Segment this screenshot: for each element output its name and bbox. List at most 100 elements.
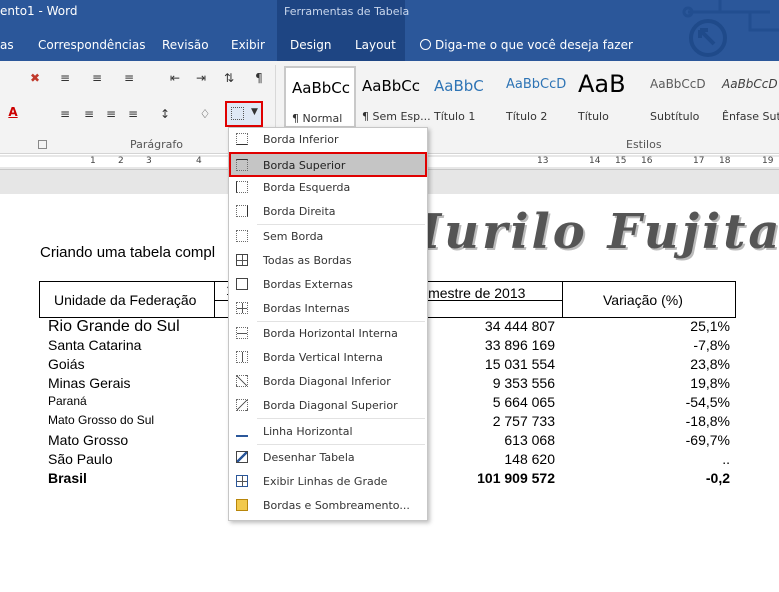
row-state-name: Mato Grosso do Sul: [48, 413, 155, 427]
menu-item-label: Borda Diagonal Inferior: [263, 375, 391, 388]
align-center-icon[interactable]: ≡: [80, 105, 98, 123]
justify-icon[interactable]: ≡: [124, 105, 142, 123]
tab-revisao[interactable]: Revisão: [162, 38, 209, 52]
border-right-icon: [236, 205, 248, 217]
ruler-number: 13: [537, 156, 549, 166]
menu-item-exibir-linhas-grade[interactable]: Exibir Linhas de Grade: [230, 471, 426, 493]
style-name: Título 1: [434, 110, 476, 123]
border-left-icon: [236, 181, 248, 193]
lightbulb-icon: [420, 39, 431, 50]
row-value: 101 909 572: [477, 470, 555, 486]
align-right-icon[interactable]: ≡: [102, 105, 120, 123]
menu-item-label: Borda Esquerda: [263, 181, 351, 194]
sort-icon[interactable]: ⇅: [220, 69, 238, 87]
row-variation: -7,8%: [693, 337, 730, 353]
style-titulo-1[interactable]: AaBbC Título 1: [428, 66, 500, 128]
style-normal[interactable]: AaBbCc ¶ Normal: [284, 66, 356, 128]
menu-item-label: Borda Vertical Interna: [263, 351, 383, 364]
border-bottom-icon: [236, 133, 248, 145]
window-title: ento1 - Word: [0, 4, 78, 18]
row-state-name: São Paulo: [48, 451, 113, 467]
author-watermark: Murilo Fujita: [388, 204, 779, 260]
menu-separator: [257, 224, 425, 225]
menu-item-label: Bordas Internas: [263, 302, 350, 315]
row-variation: -18,8%: [685, 413, 730, 429]
menu-item-bordas-externas[interactable]: Bordas Externas: [230, 274, 426, 296]
style-titulo[interactable]: AaB Título: [572, 66, 644, 128]
style-sem-espacamento[interactable]: AaBbCc ¶ Sem Esp...: [356, 66, 431, 128]
decrease-indent-icon[interactable]: ⇤: [166, 69, 184, 87]
row-value: 613 068: [504, 432, 555, 448]
menu-item-todas-bordas[interactable]: Todas as Bordas: [230, 250, 426, 272]
menu-item-label: Sem Borda: [263, 230, 324, 243]
increase-indent-icon[interactable]: ⇥: [192, 69, 210, 87]
inside-borders-icon: [236, 302, 248, 314]
style-name: Ênfase Sutil: [722, 110, 779, 123]
row-variation: -0,2: [705, 470, 730, 486]
style-preview: AaBbCcD: [650, 77, 706, 91]
tab-correspondencias[interactable]: Correspondências: [38, 38, 145, 52]
tell-me-box[interactable]: Diga-me o que você deseja fazer: [420, 38, 633, 52]
row-state-name: Goiás: [48, 356, 85, 372]
multilevel-list-icon[interactable]: ≡: [120, 69, 138, 87]
numbering-icon[interactable]: ≡: [88, 69, 106, 87]
header-trimestre: imestre de 2013: [425, 285, 526, 301]
menu-item-borda-inferior[interactable]: Borda Inferior: [230, 129, 426, 151]
menu-item-linha-horizontal[interactable]: Linha Horizontal: [230, 421, 426, 443]
style-name: Título: [578, 110, 609, 123]
inside-horizontal-border-icon: [236, 327, 248, 339]
borders-button[interactable]: ▼: [225, 101, 263, 127]
ruler-number: 2: [118, 156, 124, 166]
bullets-icon[interactable]: ≡: [56, 69, 74, 87]
dialog-launcher-icon[interactable]: [38, 140, 47, 149]
menu-item-sem-borda[interactable]: Sem Borda: [230, 226, 426, 248]
style-name: ¶ Sem Esp...: [362, 110, 431, 123]
tab-layout[interactable]: Layout: [355, 38, 396, 52]
show-marks-icon[interactable]: ¶: [250, 69, 268, 87]
menu-item-diagonal-inferior[interactable]: Borda Diagonal Inferior: [230, 371, 426, 393]
shading-icon[interactable]: ♢: [196, 105, 214, 123]
borders-dropdown-menu: Borda Inferior Borda Superior Borda Esqu…: [228, 127, 428, 521]
tab-design[interactable]: Design: [290, 38, 331, 52]
draw-table-icon: [236, 451, 248, 463]
row-variation: ..: [722, 451, 730, 467]
style-name: ¶ Normal: [292, 112, 343, 125]
menu-item-label: Linha Horizontal: [263, 425, 353, 438]
menu-item-borda-esquerda[interactable]: Borda Esquerda: [230, 177, 426, 199]
align-left-icon[interactable]: ≡: [56, 105, 74, 123]
menu-separator: [257, 321, 425, 322]
borders-icon: [231, 107, 244, 120]
style-subtitulo[interactable]: AaBbCcD Subtítulo: [644, 66, 716, 128]
line-spacing-icon[interactable]: ↕: [156, 105, 174, 123]
all-borders-icon: [236, 254, 248, 266]
row-value: 9 353 556: [492, 375, 555, 391]
row-state-name: Santa Catarina: [48, 337, 142, 353]
tab-partial[interactable]: as: [0, 38, 14, 52]
menu-item-diagonal-superior[interactable]: Borda Diagonal Superior: [230, 395, 426, 417]
ruler-number: 15: [615, 156, 627, 166]
style-enfase-sutil[interactable]: AaBbCcD Ênfase Sutil: [716, 66, 779, 128]
menu-item-bordas-sombreamento[interactable]: Bordas e Sombreamento...: [230, 495, 426, 517]
clear-format-icon[interactable]: ✖: [26, 69, 44, 87]
menu-item-borda-superior[interactable]: Borda Superior: [229, 152, 427, 177]
menu-separator: [257, 418, 425, 419]
menu-item-label: Bordas Externas: [263, 278, 353, 291]
font-color-icon[interactable]: A: [4, 103, 22, 121]
style-titulo-2[interactable]: AaBbCcD Título 2: [500, 66, 572, 128]
tab-exibir[interactable]: Exibir: [231, 38, 265, 52]
menu-item-label: Todas as Bordas: [263, 254, 352, 267]
menu-item-desenhar-tabela[interactable]: Desenhar Tabela: [230, 447, 426, 469]
diagonal-up-border-icon: [236, 399, 248, 411]
row-value: 34 444 807: [484, 318, 555, 334]
row-variation: 23,8%: [690, 356, 730, 372]
row-variation: 19,8%: [690, 375, 730, 391]
menu-item-horizontal-interna[interactable]: Borda Horizontal Interna: [230, 323, 426, 345]
ruler-number: 14: [589, 156, 601, 166]
horizontal-line-icon: [236, 425, 248, 437]
menu-item-label: Desenhar Tabela: [263, 451, 355, 464]
menu-item-bordas-internas[interactable]: Bordas Internas: [230, 298, 426, 320]
menu-item-vertical-interna[interactable]: Borda Vertical Interna: [230, 347, 426, 369]
circuit-decoration-icon: [682, 0, 779, 57]
menu-item-borda-direita[interactable]: Borda Direita: [230, 201, 426, 223]
ruler-number: 17: [693, 156, 705, 166]
